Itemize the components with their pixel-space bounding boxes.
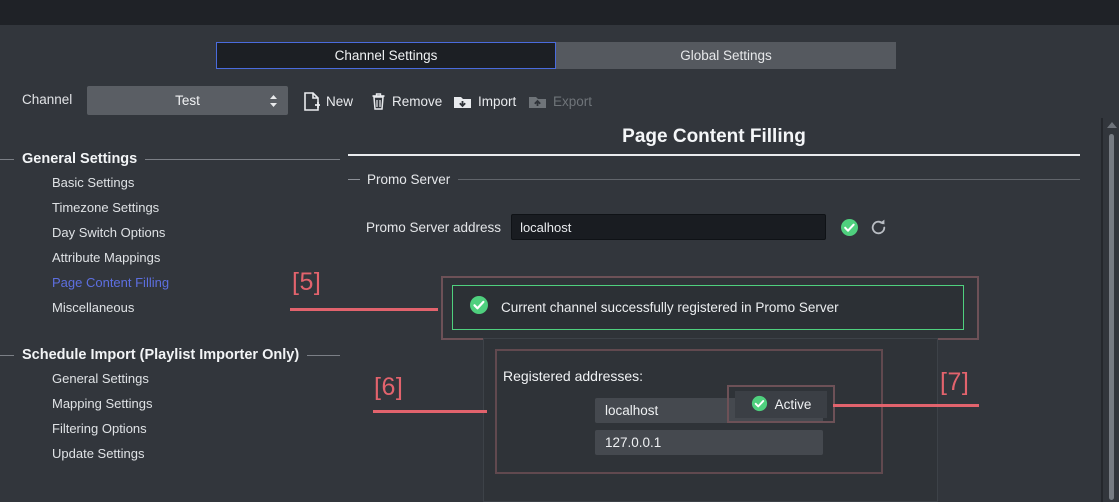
sidebar-group-title: General Settings [22, 151, 137, 167]
window-titlebar [0, 0, 1119, 25]
registered-addresses-title: Registered addresses: [503, 368, 643, 384]
tab-channel-settings-label: Channel Settings [335, 48, 438, 63]
scroll-up-arrow-icon[interactable] [1107, 122, 1117, 128]
sidebar-item-mapping-settings[interactable]: Mapping Settings [0, 391, 340, 416]
page-title: Page Content Filling [340, 118, 1088, 154]
vertical-scrollbar[interactable] [1102, 118, 1119, 502]
tab-channel-settings[interactable]: Channel Settings [216, 42, 556, 69]
fieldset-header: Promo Server [348, 170, 1080, 188]
new-button[interactable]: New [303, 89, 353, 113]
fieldset-title: Promo Server [367, 172, 450, 187]
chevron-updown-icon [269, 94, 278, 108]
group-dash [0, 355, 14, 356]
sidebar-item-basic-settings[interactable]: Basic Settings [0, 170, 340, 195]
sidebar-item-page-content-filling[interactable]: Page Content Filling [0, 270, 340, 295]
trash-icon [371, 92, 386, 111]
promo-server-fieldset: Promo Server Promo Server address [340, 170, 1088, 240]
scrollbar-thumb[interactable] [1109, 134, 1114, 500]
sidebar-item-day-switch-options[interactable]: Day Switch Options [0, 220, 340, 245]
registration-success-text: Current channel successfully registered … [501, 300, 839, 315]
sidebar-item-filtering-options[interactable]: Filtering Options [0, 416, 340, 441]
sidebar-item-update-settings[interactable]: Update Settings [0, 441, 340, 466]
channel-toolbar: Channel Test New [0, 86, 1119, 118]
promo-server-address-input[interactable] [511, 214, 826, 240]
group-dash [0, 159, 14, 160]
channel-select[interactable]: Test [87, 86, 288, 115]
promo-server-address-label: Promo Server address [366, 220, 501, 235]
registered-address-value: localhost [605, 403, 658, 418]
active-status-badge: Active [735, 391, 827, 418]
annotation-marker-5: [5] [292, 268, 321, 297]
export-button: Export [528, 89, 592, 113]
export-folder-icon [528, 93, 547, 110]
sidebar-group-title: Schedule Import (Playlist Importer Only) [22, 347, 299, 363]
sidebar-item-attribute-mappings[interactable]: Attribute Mappings [0, 245, 340, 270]
refresh-icon[interactable] [869, 218, 888, 237]
group-rule [145, 159, 340, 160]
import-button-label: Import [478, 94, 516, 109]
group-rule [307, 355, 340, 356]
remove-button-label: Remove [392, 94, 442, 109]
sidebar-item-miscellaneous[interactable]: Miscellaneous [0, 295, 340, 320]
import-button[interactable]: Import [453, 89, 516, 113]
registered-address-row-loopback[interactable]: 127.0.0.1 [595, 430, 823, 455]
annotation-leader-6 [373, 410, 487, 413]
new-file-icon [303, 92, 320, 111]
main-content: Page Content Filling Promo Server Promo … [340, 118, 1088, 240]
sidebar-item-timezone-settings[interactable]: Timezone Settings [0, 195, 340, 220]
fieldset-dash [348, 179, 360, 180]
page-title-underline [348, 154, 1080, 156]
application-window: Channel Settings Global Settings Channel… [0, 0, 1119, 502]
active-status-label: Active [775, 397, 812, 412]
settings-sidebar: General Settings Basic Settings Timezone… [0, 140, 340, 466]
annotation-leader-5 [290, 308, 438, 311]
check-circle-icon [751, 395, 768, 415]
check-circle-icon [840, 218, 859, 237]
export-button-label: Export [553, 94, 592, 109]
sidebar-group-schedule-import: Schedule Import (Playlist Importer Only) [0, 344, 340, 366]
remove-button[interactable]: Remove [371, 89, 442, 113]
fieldset-rule [458, 179, 1080, 180]
sidebar-group-general-settings: General Settings [0, 148, 340, 170]
registration-success-banner: Current channel successfully registered … [452, 285, 964, 330]
sidebar-item-si-general-settings[interactable]: General Settings [0, 366, 340, 391]
settings-tabstrip: Channel Settings Global Settings [216, 42, 896, 69]
import-folder-icon [453, 93, 472, 110]
registered-address-value: 127.0.0.1 [605, 435, 661, 450]
channel-label: Channel [22, 92, 72, 107]
new-button-label: New [326, 94, 353, 109]
annotation-marker-6: [6] [374, 373, 403, 402]
channel-select-value: Test [175, 93, 200, 108]
check-circle-icon [469, 295, 489, 320]
tab-global-settings-label: Global Settings [680, 48, 772, 63]
annotation-leader-7 [833, 404, 979, 407]
promo-server-address-row: Promo Server address [348, 214, 1080, 240]
tab-global-settings[interactable]: Global Settings [556, 42, 896, 69]
annotation-marker-7: [7] [940, 368, 969, 397]
